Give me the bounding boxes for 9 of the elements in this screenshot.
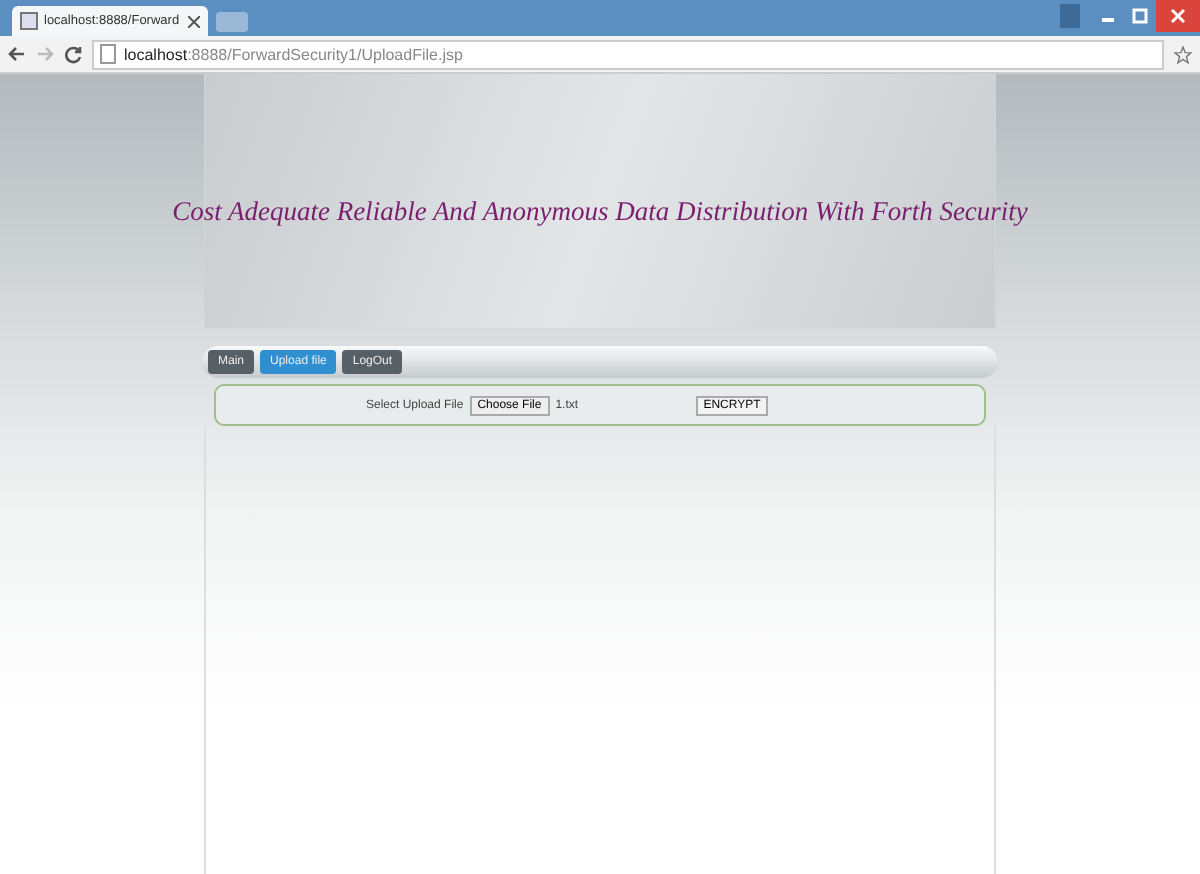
reload-icon[interactable] [64,45,82,63]
star-icon[interactable] [1174,45,1192,63]
address-bar[interactable]: localhost:8888/ForwardSecurity1/UploadFile.jsp [92,39,1164,69]
close-icon[interactable] [188,15,200,27]
back-icon[interactable] [8,46,26,62]
page-title: Cost Adequate Reliable And Anonymous Data Distribution With Forth Security [172,195,1028,227]
page-icon [100,44,116,64]
page-icon [20,12,38,30]
close-window-icon[interactable] [1156,0,1200,32]
